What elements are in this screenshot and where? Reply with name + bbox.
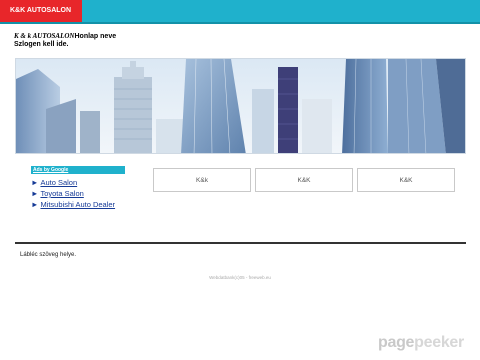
sidebar-link-label: Mitsubishi Auto Dealer xyxy=(40,200,116,209)
footer-text: Lábléc szöveg helye. xyxy=(20,252,77,258)
sidebar-link-list: ► Auto Salon ► Toyota Salon ► Mitsubishi Au… xyxy=(31,177,115,210)
arrow-right-icon: ► xyxy=(31,200,39,209)
site-slogan: Szlogen kell ide. xyxy=(14,41,69,48)
arrow-right-icon: ► xyxy=(31,189,39,198)
footer-credit[interactable]: Webdatbank(c)05 - freeweb.eu xyxy=(0,275,480,280)
sidebar-link-mitsubishi[interactable]: ► Mitsubishi Auto Dealer xyxy=(31,199,115,210)
sidebar-link-auto-salon[interactable]: ► Auto Salon xyxy=(31,177,115,188)
site-title: K & k AUTOSALONHonlap neve xyxy=(14,32,116,41)
sidebar-link-toyota-salon[interactable]: ► Toyota Salon xyxy=(31,188,115,199)
pagepeeker-watermark: pagepeeker xyxy=(378,334,464,352)
site-title-brand: K & k AUTOSALON xyxy=(14,32,75,40)
content-box-3[interactable]: K&K xyxy=(357,168,455,192)
sidebar-link-label: Toyota Salon xyxy=(40,189,84,198)
content-box-1[interactable]: K&k xyxy=(153,168,251,192)
top-bar-stripe xyxy=(0,22,480,24)
watermark-part-2: peeker xyxy=(414,334,464,351)
arrow-right-icon: ► xyxy=(31,178,39,187)
ads-by-google-link[interactable]: Ads by Google xyxy=(31,166,125,174)
hero-banner xyxy=(15,58,466,154)
site-title-suffix: Honlap neve xyxy=(74,33,117,40)
city-skyscrapers-image xyxy=(16,59,465,153)
brand-tab[interactable]: K&K AUTOSALON xyxy=(0,0,82,22)
watermark-part-1: page xyxy=(378,334,415,351)
content-box-2[interactable]: K&K xyxy=(255,168,353,192)
sidebar-link-label: Auto Salon xyxy=(40,178,78,187)
footer-divider xyxy=(15,242,466,244)
